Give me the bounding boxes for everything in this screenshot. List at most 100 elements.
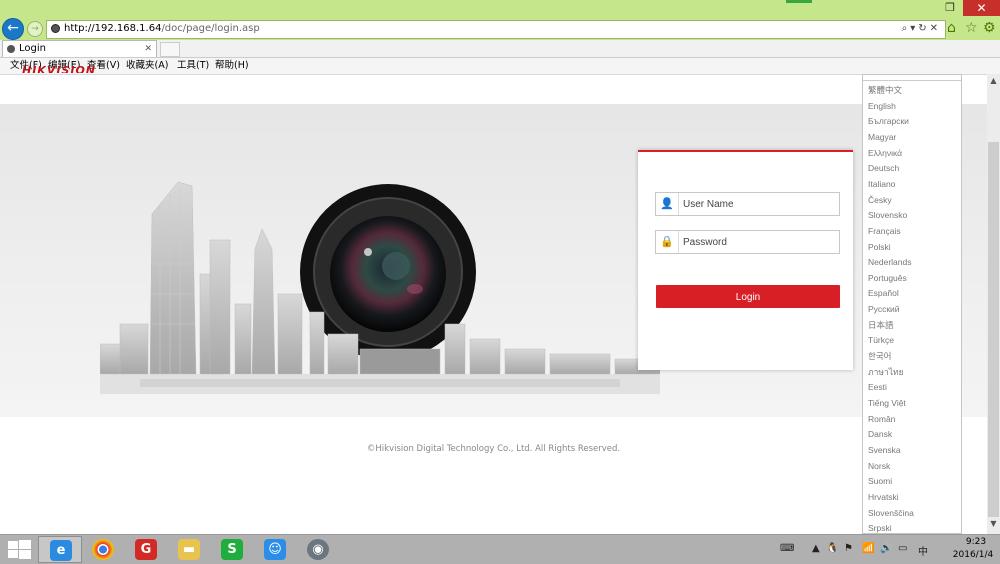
internet-explorer-icon: e — [50, 540, 72, 561]
url-path: /doc/page/login.asp — [161, 23, 260, 34]
back-button[interactable]: ← — [2, 18, 24, 40]
taskbar-explorer[interactable]: ▬ — [167, 536, 211, 563]
language-option[interactable]: Srpski — [868, 522, 892, 533]
language-option[interactable]: Slovensko — [868, 209, 907, 221]
language-option[interactable]: 한국어 — [868, 350, 891, 362]
language-select-stub[interactable] — [863, 75, 961, 81]
taskbar-app-camera[interactable]: ◉ — [296, 536, 340, 563]
taskbar-chrome[interactable] — [81, 536, 125, 563]
language-option[interactable]: Tiếng Việt — [868, 397, 906, 409]
scroll-thumb[interactable] — [988, 142, 999, 517]
language-option[interactable]: Deutsch — [868, 162, 899, 174]
menu-favorites[interactable]: 收藏夹(A) — [126, 59, 168, 73]
forward-button[interactable]: → — [27, 21, 43, 37]
login-button[interactable]: Login — [656, 285, 840, 308]
address-bar[interactable]: http://192.168.1.64/doc/page/login.asp ⌕… — [46, 20, 946, 39]
copyright-footer: ©Hikvision Digital Technology Co., Ltd. … — [366, 444, 621, 454]
taskbar-ie[interactable]: e — [38, 536, 82, 563]
red-g-app-icon: G — [135, 539, 157, 560]
favorites-star-icon[interactable]: ☆ — [965, 20, 978, 36]
tab-bar: Login ✕ — [0, 40, 1000, 58]
system-tray: ⌨ ▲ 🐧 ⚑ 📶 🔊 ▭ 中 9:23 2016/1/4 — [778, 535, 1000, 564]
flag-icon[interactable]: ⚑ — [844, 543, 853, 554]
scroll-up-icon[interactable]: ▲ — [987, 74, 1000, 88]
language-option[interactable]: 日本語 — [868, 319, 894, 331]
language-option[interactable]: Dansk — [868, 428, 892, 440]
language-option[interactable]: Svenska — [868, 444, 901, 456]
tab-login[interactable]: Login ✕ — [2, 40, 157, 57]
language-dropdown-list[interactable]: 繁體中文 English Български Magyar Ελληνικά Deutsc… — [862, 74, 962, 534]
menu-tools[interactable]: 工具(T) — [177, 59, 209, 73]
language-option[interactable]: Magyar — [868, 131, 896, 143]
username-input[interactable] — [683, 196, 833, 212]
tab-title: Login — [19, 43, 46, 54]
menu-bar: 文件(F) 编辑(E) 查看(V) 收藏夹(A) 工具(T) 帮助(H) — [0, 58, 1000, 75]
folder-icon: ▬ — [178, 539, 200, 560]
language-option[interactable]: Español — [868, 287, 899, 299]
menu-help[interactable]: 帮助(H) — [215, 59, 249, 73]
windows-start-icon[interactable] — [0, 535, 40, 564]
lock-icon: 🔒 — [656, 231, 679, 253]
volume-icon[interactable]: 🔊 — [880, 543, 892, 554]
username-field[interactable]: 👤 — [655, 192, 840, 216]
taskbar-app-s[interactable]: S — [210, 536, 254, 563]
blue-app-icon: ☺ — [264, 539, 286, 560]
show-hidden-icon[interactable]: ▲ — [812, 543, 820, 554]
green-s-app-icon: S — [221, 539, 243, 560]
language-option[interactable]: Русский — [868, 303, 900, 315]
password-input[interactable] — [683, 234, 833, 250]
language-option[interactable]: Türkçe — [868, 334, 894, 346]
site-favicon-icon — [51, 24, 60, 33]
network-icon[interactable]: 📶 — [862, 543, 874, 554]
tab-close-icon[interactable]: ✕ — [144, 42, 152, 56]
gear-icon[interactable]: ⚙ — [983, 20, 996, 36]
user-icon: 👤 — [656, 193, 679, 215]
login-panel: 👤 🔒 Login — [638, 150, 853, 370]
language-option[interactable]: Nederlands — [868, 256, 911, 268]
qq-penguin-icon[interactable]: 🐧 — [826, 543, 838, 554]
url-host: http://192.168.1.64 — [64, 23, 162, 34]
language-option[interactable]: Italiano — [868, 178, 895, 190]
language-option[interactable]: English — [868, 100, 896, 112]
clock-date[interactable]: 2016/1/4 — [948, 550, 998, 560]
language-option[interactable]: Polski — [868, 241, 891, 253]
language-option[interactable]: Suomi — [868, 475, 892, 487]
address-tools[interactable]: ⌕▾↻✕ — [902, 22, 941, 36]
page-scrollbar[interactable]: ▲ ▼ — [987, 74, 1000, 534]
url-text[interactable]: http://192.168.1.64/doc/page/login.asp — [64, 22, 260, 36]
city-camera-illustration — [100, 181, 660, 394]
chrome-icon — [92, 539, 114, 560]
ime-icon[interactable]: 中 — [918, 543, 928, 558]
clock-time[interactable]: 9:23 — [956, 537, 996, 547]
language-option[interactable]: Português — [868, 272, 907, 284]
dropdown-icon[interactable]: ▾ — [910, 23, 918, 34]
password-field[interactable]: 🔒 — [655, 230, 840, 254]
refresh-icon[interactable]: ↻ — [918, 23, 929, 34]
home-icon[interactable]: ⌂ — [947, 20, 956, 36]
language-option[interactable]: Slovenščina — [868, 507, 914, 519]
taskbar-app-blue[interactable]: ☺ — [253, 536, 297, 563]
battery-icon[interactable]: ▭ — [898, 543, 907, 554]
language-option[interactable]: Français — [868, 225, 901, 237]
maximize-icon[interactable]: ❐ — [938, 0, 962, 16]
new-tab-button[interactable] — [160, 42, 180, 57]
hikvision-logo: HIKVISION — [22, 66, 97, 73]
windows-taskbar: e G ▬ S ☺ ◉ ⌨ ▲ 🐧 ⚑ 📶 🔊 ▭ 中 9:23 2016/1/… — [0, 534, 1000, 564]
language-option[interactable]: Hrvatski — [868, 491, 899, 503]
taskbar-app-g[interactable]: G — [124, 536, 168, 563]
language-option[interactable]: Български — [868, 115, 909, 127]
minimize-button[interactable] — [786, 0, 812, 3]
language-option[interactable]: 繁體中文 — [868, 84, 902, 96]
language-option[interactable]: Ελληνικά — [868, 147, 902, 159]
language-option[interactable]: Eesti — [868, 381, 887, 393]
tab-favicon-icon — [7, 45, 15, 53]
language-option[interactable]: Român — [868, 413, 895, 425]
scroll-down-icon[interactable]: ▼ — [987, 517, 1000, 531]
keyboard-icon[interactable]: ⌨ — [780, 543, 794, 554]
language-option[interactable]: Norsk — [868, 460, 890, 472]
search-icon[interactable]: ⌕ — [902, 23, 911, 34]
close-icon[interactable]: ✕ — [930, 23, 941, 34]
language-option[interactable]: ภาษาไทย — [868, 366, 904, 378]
close-window-button[interactable]: ✕ — [963, 0, 1000, 16]
language-option[interactable]: Česky — [868, 194, 892, 206]
